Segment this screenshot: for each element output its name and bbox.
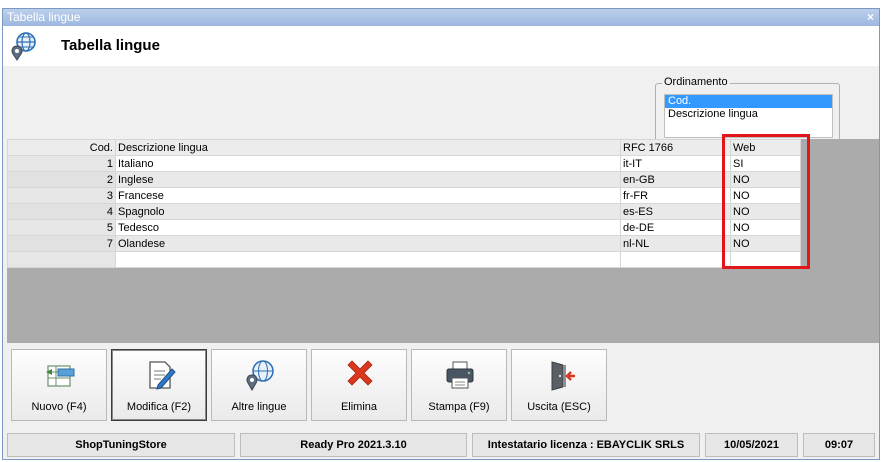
- cell-descrizione[interactable]: Inglese: [115, 171, 621, 188]
- cell-cod[interactable]: 7: [7, 235, 116, 252]
- print-button[interactable]: Stampa (F9): [411, 349, 507, 421]
- cell-rfc[interactable]: en-GB: [620, 171, 731, 188]
- edit-button[interactable]: Modifica (F2): [111, 349, 207, 421]
- status-date: 10/05/2021: [705, 433, 798, 457]
- cell-descrizione[interactable]: Tedesco: [115, 219, 621, 236]
- ordering-legend: Ordinamento: [662, 76, 730, 88]
- status-license: Intestatario licenza : EBAYCLIK SRLS: [472, 433, 700, 457]
- status-bar: ShopTuningStore Ready Pro 2021.3.10 Inte…: [7, 433, 877, 457]
- globe-location-icon: [11, 32, 36, 61]
- new-row[interactable]: [7, 251, 801, 268]
- web-column-highlight: [722, 134, 810, 269]
- cell-cod[interactable]: [7, 251, 116, 268]
- delete-button[interactable]: Elimina: [311, 349, 407, 421]
- new-button-label: Nuovo (F4): [31, 401, 87, 413]
- status-version: Ready Pro 2021.3.10: [240, 433, 467, 457]
- ordering-option-cod[interactable]: Cod.: [665, 95, 832, 108]
- table-row[interactable]: 2 Inglese en-GB NO: [7, 171, 801, 188]
- title-bar[interactable]: Tabella lingue ×: [3, 9, 879, 26]
- edit-document-icon: [149, 361, 176, 390]
- cell-cod[interactable]: 2: [7, 171, 116, 188]
- table-row[interactable]: 4 Spagnolo es-ES NO: [7, 203, 801, 220]
- cell-descrizione[interactable]: Francese: [115, 187, 621, 204]
- table-row[interactable]: 3 Francese fr-FR NO: [7, 187, 801, 204]
- new-button[interactable]: Nuovo (F4): [11, 349, 107, 421]
- grid-header-row: Cod. Descrizione lingua RFC 1766 Web: [7, 139, 801, 156]
- cell-cod[interactable]: 5: [7, 219, 116, 236]
- delete-x-icon: [347, 360, 373, 386]
- table-row[interactable]: 5 Tedesco de-DE NO: [7, 219, 801, 236]
- exit-button[interactable]: Uscita (ESC): [511, 349, 607, 421]
- cell-rfc[interactable]: es-ES: [620, 203, 731, 220]
- page-header: Tabella lingue: [3, 26, 879, 66]
- new-row-icon: [46, 365, 75, 387]
- cell-descrizione[interactable]: [115, 251, 621, 268]
- cell-cod[interactable]: 4: [7, 203, 116, 220]
- column-header-rfc[interactable]: RFC 1766: [620, 139, 731, 156]
- window-title: Tabella lingue: [7, 10, 81, 24]
- globe-icon: [246, 360, 274, 392]
- ordering-option-descrizione[interactable]: Descrizione lingua: [665, 108, 832, 121]
- cell-rfc[interactable]: de-DE: [620, 219, 731, 236]
- ordering-listbox[interactable]: Cod. Descrizione lingua: [664, 94, 833, 138]
- printer-icon: [446, 361, 474, 389]
- print-button-label: Stampa (F9): [428, 401, 490, 413]
- cell-descrizione[interactable]: Olandese: [115, 235, 621, 252]
- page-title: Tabella lingue: [61, 37, 160, 54]
- cell-rfc[interactable]: it-IT: [620, 155, 731, 172]
- cell-descrizione[interactable]: Spagnolo: [115, 203, 621, 220]
- table-row[interactable]: 1 Italiano it-IT SI: [7, 155, 801, 172]
- delete-button-label: Elimina: [340, 401, 378, 413]
- exit-button-label: Uscita (ESC): [527, 401, 591, 413]
- cell-rfc[interactable]: [620, 251, 731, 268]
- column-header-cod[interactable]: Cod.: [7, 139, 116, 156]
- exit-door-icon: [551, 361, 575, 391]
- cell-rfc[interactable]: nl-NL: [620, 235, 731, 252]
- languages-grid[interactable]: Cod. Descrizione lingua RFC 1766 Web 1 I…: [7, 139, 801, 268]
- cell-rfc[interactable]: fr-FR: [620, 187, 731, 204]
- edit-button-label: Modifica (F2): [126, 401, 192, 413]
- cell-descrizione[interactable]: Italiano: [115, 155, 621, 172]
- cell-cod[interactable]: 3: [7, 187, 116, 204]
- cell-cod[interactable]: 1: [7, 155, 116, 172]
- other-languages-button[interactable]: Altre lingue: [211, 349, 307, 421]
- status-store: ShopTuningStore: [7, 433, 235, 457]
- column-header-descrizione[interactable]: Descrizione lingua: [115, 139, 621, 156]
- close-icon[interactable]: ×: [867, 9, 874, 26]
- table-row[interactable]: 7 Olandese nl-NL NO: [7, 235, 801, 252]
- other-languages-label: Altre lingue: [231, 401, 287, 413]
- status-time: 09:07: [803, 433, 875, 457]
